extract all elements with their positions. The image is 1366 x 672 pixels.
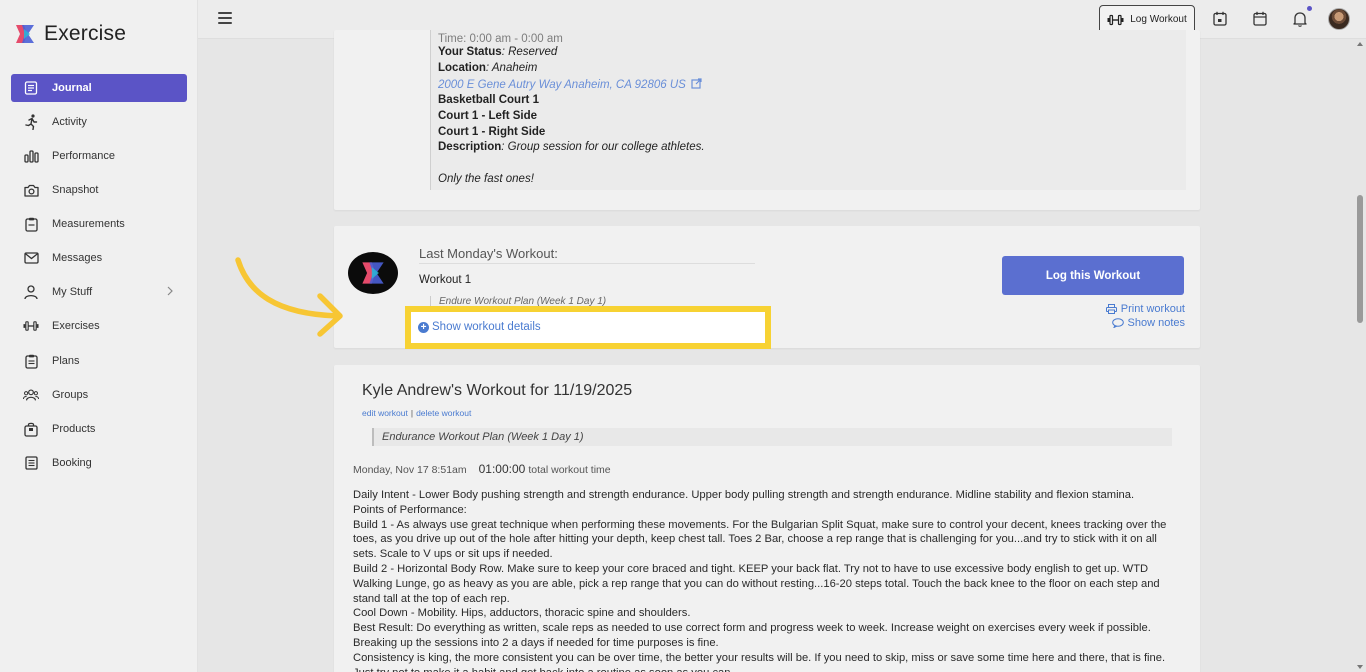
workout-duration-label: total workout time — [528, 464, 611, 476]
sidebar-item-performance[interactable]: Performance — [11, 142, 187, 170]
event-court-left: Court 1 - Left Side — [438, 110, 538, 122]
clipboard-icon — [23, 216, 39, 232]
log-workout-label: Log Workout — [1130, 14, 1187, 25]
event-address-link[interactable]: 2000 E Gene Autry Way Anaheim, CA 92806 … — [438, 78, 702, 91]
description-paragraph: Daily Intent - Lower Body pushing streng… — [353, 489, 1135, 501]
dumbbell-icon — [1107, 14, 1124, 25]
sidebar-item-label: Performance — [52, 150, 115, 162]
sidebar-item-groups[interactable]: Groups — [11, 381, 187, 409]
workout-duration: 01:00:00 — [478, 462, 526, 476]
plus-circle-icon: + — [418, 321, 429, 333]
workout-description: Daily Intent - Lower Body pushing streng… — [353, 488, 1173, 672]
bag-icon — [23, 421, 39, 437]
scroll-up-arrow[interactable] — [1357, 42, 1363, 46]
description-paragraph: Best Result: Do everything as written, s… — [353, 622, 1151, 649]
last-workout-card: Last Monday's Workout: Workout 1 Endure … — [334, 226, 1200, 349]
event-location: Location: Anaheim — [438, 62, 538, 74]
comment-icon — [1111, 318, 1124, 328]
workout-plan: Endurance Workout Plan (Week 1 Day 1) — [372, 428, 1172, 446]
workout-title: Kyle Andrew's Workout for 11/19/2025 — [362, 382, 633, 399]
action-separator: | — [410, 408, 414, 418]
last-workout-name: Workout 1 — [419, 274, 472, 286]
sidebar-item-exercises[interactable]: Exercises — [11, 312, 187, 340]
dumbbell-icon — [23, 318, 39, 334]
event-court-right: Court 1 - Right Side — [438, 126, 546, 138]
sidebar-item-label: Products — [52, 423, 96, 435]
event-time: Time: 0:00 am - 0:00 am — [438, 33, 563, 45]
description-paragraph: Cool Down - Mobility. Hips, adductors, t… — [353, 607, 691, 620]
description-paragraph: Consistency is king, the more consistent… — [353, 651, 1166, 672]
workout-date: Monday, Nov 17 8:51am — [353, 464, 467, 476]
workout-logo — [348, 252, 398, 294]
sidebar-item-measurements[interactable]: Measurements — [11, 210, 187, 238]
description-paragraph: Points of Performance: — [353, 503, 467, 516]
sidebar-item-products[interactable]: Products — [11, 415, 187, 443]
sidebar-item-label: Activity — [52, 116, 87, 128]
user-icon — [23, 284, 39, 300]
page-scrollbar[interactable] — [1354, 39, 1366, 672]
show-workout-details-label: Show workout details — [432, 321, 541, 333]
notification-dot — [1307, 6, 1312, 11]
sidebar-item-label: Booking — [52, 457, 92, 469]
show-notes-link[interactable]: Show notes — [1111, 317, 1185, 329]
list-icon — [23, 455, 39, 471]
description-paragraph: Build 1 - As always use great technique … — [353, 518, 1167, 561]
avatar[interactable] — [1328, 8, 1350, 30]
chevron-right-icon[interactable] — [167, 286, 173, 299]
sidebar: Exercise Journal Activity Performance Sn… — [0, 0, 198, 672]
calendar-day-icon[interactable] — [1213, 11, 1229, 27]
sidebar-item-label: Measurements — [52, 218, 125, 230]
scroll-thumb[interactable] — [1357, 195, 1363, 323]
workout-meta: Monday, Nov 17 8:51am 01:00:00 total worko… — [353, 462, 611, 476]
edit-workout-link[interactable]: edit workout — [362, 408, 408, 418]
running-icon — [23, 114, 39, 130]
last-workout-heading: Last Monday's Workout: — [419, 246, 755, 264]
workout-detail-card: Kyle Andrew's Workout for 11/19/2025 edi… — [334, 365, 1200, 672]
bell-icon[interactable] — [1293, 11, 1309, 27]
sidebar-item-label: Groups — [52, 389, 89, 401]
sidebar-item-my-stuff[interactable]: My Stuff — [11, 278, 187, 306]
users-icon — [23, 387, 39, 403]
show-workout-details-link[interactable]: + Show workout details — [418, 321, 541, 333]
event-status: Your Status: Reserved — [438, 46, 558, 58]
calendar-icon[interactable] — [1253, 11, 1269, 27]
external-link-icon — [691, 78, 702, 89]
event-note: Only the fast ones! — [438, 173, 534, 185]
sidebar-item-plans[interactable]: Plans — [11, 347, 187, 375]
sidebar-item-label: Journal — [52, 82, 92, 94]
hamburger-menu-icon[interactable] — [218, 12, 232, 26]
clipboard-list-icon — [23, 353, 39, 369]
event-card: Time: 0:00 am - 0:00 am Your Status: Res… — [334, 30, 1200, 210]
event-court-main: Basketball Court 1 — [438, 94, 539, 106]
bar-chart-icon — [23, 148, 39, 164]
brand-name: Exercise — [44, 22, 127, 45]
brand-logo-icon — [16, 25, 34, 43]
print-workout-link[interactable]: Print workout — [1105, 303, 1185, 315]
annotation-arrow-icon — [235, 257, 343, 337]
sidebar-item-label: Messages — [52, 252, 103, 264]
scroll-down-arrow[interactable] — [1357, 665, 1363, 669]
brand[interactable]: Exercise — [14, 20, 126, 48]
sidebar-item-snapshot[interactable]: Snapshot — [11, 176, 187, 204]
sidebar-item-label: Exercises — [52, 320, 100, 332]
brand-logo-icon — [362, 262, 384, 284]
workout-actions: edit workout | delete workout — [362, 408, 471, 418]
sidebar-item-label: Plans — [52, 355, 80, 367]
sidebar-item-activity[interactable]: Activity — [11, 108, 187, 136]
sidebar-item-booking[interactable]: Booking — [11, 449, 187, 477]
camera-icon — [23, 182, 39, 198]
event-description: Description: Group session for our colle… — [438, 141, 705, 153]
sidebar-item-label: My Stuff — [52, 286, 93, 298]
sidebar-item-journal[interactable]: Journal — [11, 74, 187, 102]
mail-icon — [23, 250, 39, 266]
journal-icon — [23, 80, 39, 96]
description-paragraph: Build 2 - Horizontal Body Row. Make sure… — [353, 562, 1160, 605]
delete-workout-link[interactable]: delete workout — [416, 408, 471, 418]
sidebar-item-messages[interactable]: Messages — [11, 244, 187, 272]
printer-icon — [1105, 304, 1117, 314]
sidebar-item-label: Snapshot — [52, 184, 99, 196]
log-this-workout-button[interactable]: Log this Workout — [1002, 256, 1184, 295]
